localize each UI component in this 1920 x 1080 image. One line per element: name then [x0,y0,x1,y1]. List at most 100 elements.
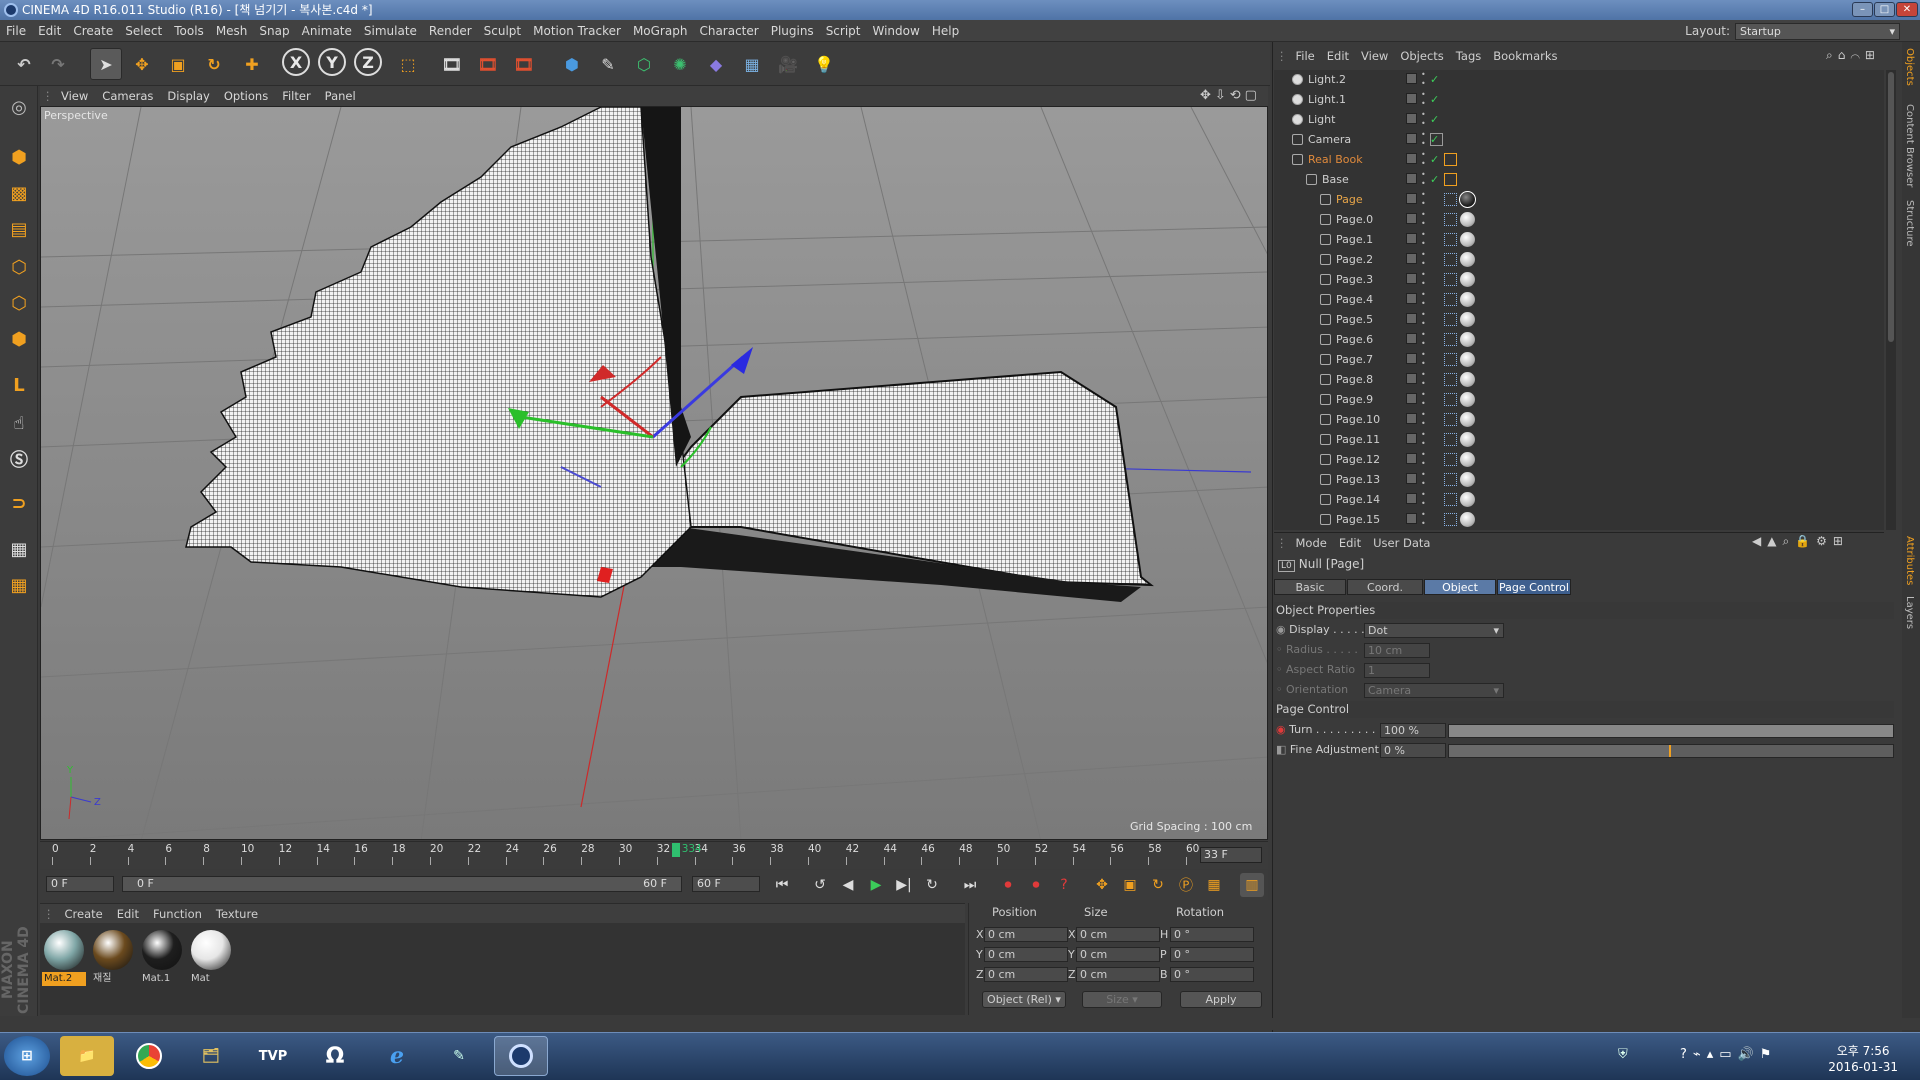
object-row[interactable]: Light • • ✓ [1274,110,1884,129]
object-row[interactable]: Page.3 • • [1274,270,1884,289]
back-arrow-icon[interactable]: ◀ [1752,534,1767,548]
xpresso-tag-icon[interactable] [1444,253,1457,266]
end-frame-field[interactable]: 60 F [692,876,760,892]
editor-render-visibility-dots[interactable]: • • [1421,510,1426,528]
internet-explorer-taskbar-icon[interactable]: ℯ [370,1036,424,1076]
render-settings-icon[interactable]: 🎞 [508,48,540,80]
material-tag-icon[interactable] [1459,191,1476,208]
editor-render-visibility-dots[interactable]: • • [1421,310,1426,328]
xpresso-tag-icon[interactable] [1444,273,1457,286]
editor-render-visibility-dots[interactable]: • • [1421,110,1426,128]
object-row[interactable]: Page.6 • • [1274,330,1884,349]
step-back-icon[interactable]: ◀ [836,873,860,897]
radio-icon[interactable]: ◦ [1276,643,1283,656]
material-tag-icon[interactable] [1460,292,1475,307]
material-menu-edit[interactable]: Edit [110,904,146,924]
menu-character[interactable]: Character [693,20,764,42]
viewport-menu-filter[interactable]: Filter [275,86,317,106]
xpresso-tag-icon[interactable] [1444,193,1457,206]
material-swatch[interactable]: Mat.1 [140,928,184,984]
kakaotalk-taskbar-icon[interactable]: Ω [308,1036,362,1076]
camera-tag-icon[interactable] [1430,133,1443,146]
tvpaint-taskbar-icon[interactable]: TVP [246,1036,300,1076]
layer-color-box[interactable] [1406,493,1417,504]
material-tag-icon[interactable] [1460,332,1475,347]
deformer-icon[interactable]: ◆ [700,48,732,80]
radio-icon[interactable]: ◦ [1276,683,1283,696]
tab-coord[interactable]: Coord. [1347,579,1423,595]
layer-color-box[interactable] [1406,333,1417,344]
layer-color-box[interactable] [1406,173,1417,184]
editor-render-visibility-dots[interactable]: • • [1421,70,1426,88]
object-row[interactable]: Page • • [1274,190,1884,209]
orientation-select[interactable]: Camera ▾ [1364,683,1504,698]
radio-icon[interactable]: ◦ [1276,663,1283,676]
menu-select[interactable]: Select [119,20,168,42]
menu-snap[interactable]: Snap [253,20,295,42]
enabled-check-icon[interactable]: ✓ [1430,70,1439,89]
object-menu-bookmarks[interactable]: Bookmarks [1487,46,1563,66]
editor-render-visibility-dots[interactable]: • • [1421,130,1426,148]
keyframe-icon[interactable]: ◧ [1276,743,1286,756]
object-row[interactable]: Page.15 • • [1274,510,1884,529]
attr-menu-user-data[interactable]: User Data [1367,533,1436,553]
menu-motion-tracker[interactable]: Motion Tracker [527,20,627,42]
editor-render-visibility-dots[interactable]: • • [1421,370,1426,388]
key-rotation-icon[interactable]: ↻ [1146,873,1170,897]
xpresso-tag-icon[interactable] [1444,393,1457,406]
step-forward-icon[interactable]: ▶| [892,873,916,897]
shield-icon[interactable]: ⛨ [1618,1047,1638,1062]
object-row[interactable]: Page.7 • • [1274,350,1884,369]
layer-color-box[interactable] [1406,473,1417,484]
size-field[interactable]: 0 cm [1076,947,1160,962]
render-view-icon[interactable]: 🎞 [436,48,468,80]
enabled-check-icon[interactable]: ✓ [1430,90,1439,109]
turn-slider[interactable] [1448,724,1894,738]
object-menu-view[interactable]: View [1355,46,1394,66]
object-row[interactable]: Page.4 • • [1274,290,1884,309]
menu-script[interactable]: Script [820,20,867,42]
xpresso-tag-icon[interactable] [1444,453,1457,466]
editor-render-visibility-dots[interactable]: • • [1421,150,1426,168]
layer-color-box[interactable] [1406,513,1417,524]
viewport-menu-view[interactable]: View [54,86,95,106]
keyframe-icon[interactable]: ◉ [1276,723,1286,736]
attribute-manager-tools[interactable]: ◀▲⌕🔒⚙⊞ [1752,534,1849,549]
material-tag-icon[interactable] [1460,452,1475,467]
radio-icon[interactable]: ◉ [1276,623,1286,636]
viewport-menu-cameras[interactable]: Cameras [95,86,160,106]
layer-color-box[interactable] [1406,233,1417,244]
auto-keying-icon[interactable]: ⏺ [1024,873,1048,897]
layer-color-box[interactable] [1406,373,1417,384]
material-tag-icon[interactable] [1460,352,1475,367]
material-menu-function[interactable]: Function [146,904,209,924]
layer-color-box[interactable] [1406,413,1417,424]
menu-mesh[interactable]: Mesh [210,20,254,42]
xpresso-tag-icon[interactable] [1444,513,1457,526]
folder-taskbar-icon[interactable]: 🗂 [184,1036,238,1076]
object-row[interactable]: Page.13 • • [1274,470,1884,489]
side-tab-structure[interactable]: Structure [1904,200,1915,247]
object-menu-objects[interactable]: Objects [1394,46,1449,66]
layout-select[interactable]: Startup ▾ [1735,23,1900,40]
link-icon[interactable]: ⌒ [1850,48,1865,62]
object-row[interactable]: Page.14 • • [1274,490,1884,509]
tab-basic[interactable]: Basic [1274,579,1346,595]
size-field[interactable]: 0 cm [1076,967,1160,982]
object-menu-edit[interactable]: Edit [1321,46,1355,66]
object-row[interactable]: Page.12 • • [1274,450,1884,469]
y-axis-lock-button[interactable]: Y [318,48,346,76]
material-tag-icon[interactable] [1460,212,1475,227]
close-button[interactable]: ✕ [1896,2,1918,17]
fine-adjustment-field[interactable]: 0 % [1380,743,1446,758]
rotation-field[interactable]: 0 ° [1170,927,1254,942]
side-tab-layers[interactable]: Layers [1904,596,1915,629]
editor-render-visibility-dots[interactable]: • • [1421,290,1426,308]
go-to-end-icon[interactable]: ⏭ [958,873,982,897]
editor-render-visibility-dots[interactable]: • • [1421,430,1426,448]
taskbar-clock[interactable]: 오후 7:56 2016-01-31 [1828,1043,1898,1075]
layer-color-box[interactable] [1406,193,1417,204]
scale-icon[interactable]: ▣ [162,48,194,80]
spline-pen-icon[interactable]: ✎ [592,48,624,80]
menu-file[interactable]: File [0,20,32,42]
